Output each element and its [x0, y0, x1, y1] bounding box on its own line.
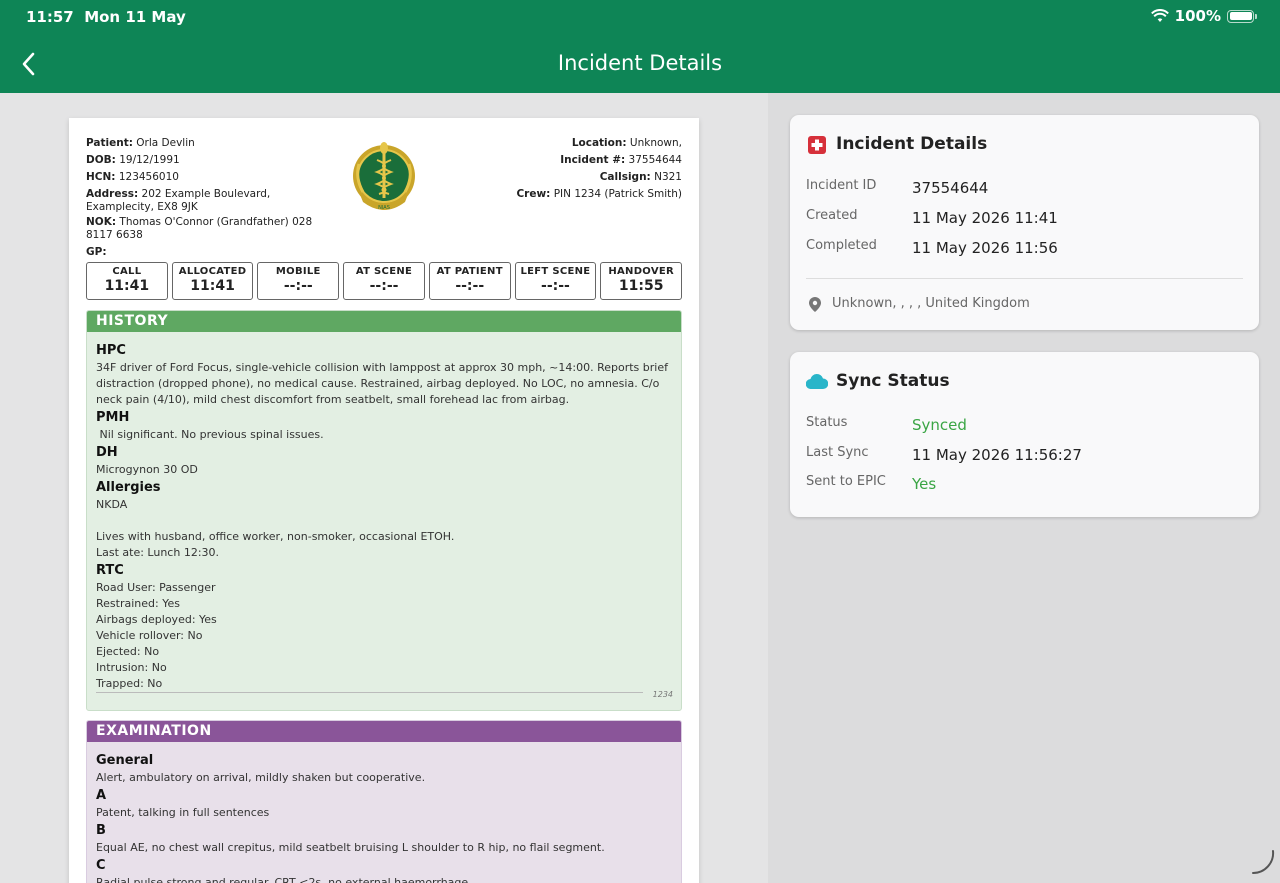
card-divider: [806, 278, 1243, 279]
general-heading: General: [96, 753, 154, 768]
time-at-patient: AT PATIENT --:--: [428, 262, 511, 300]
created-label: Created: [806, 208, 858, 223]
last-ate-text: Last ate: Lunch 12:30.: [96, 546, 220, 559]
rtc-line: Ejected: No: [96, 645, 160, 658]
page-title: Incident Details: [557, 51, 723, 75]
nias-logo: NIAS: [353, 142, 415, 211]
history-heading: HISTORY: [87, 311, 681, 332]
examination-heading: EXAMINATION: [87, 721, 681, 742]
breathing-heading: B: [96, 823, 106, 838]
sync-status-label: Status: [806, 415, 848, 430]
signature-line: [96, 692, 643, 693]
last-sync-label: Last Sync: [806, 445, 869, 460]
created-value: 11 May 2026 11:41: [912, 209, 1058, 227]
rtc-line: Road User: Passenger: [96, 581, 216, 594]
rtc-line: Airbags deployed: Yes: [96, 613, 217, 626]
sync-card-title: Sync Status: [836, 371, 950, 391]
incident-id-value: 37554644: [912, 179, 989, 197]
time-at-scene: AT SCENE --:--: [343, 262, 425, 300]
social-history-text: Lives with husband, office worker, non-s…: [96, 530, 455, 543]
incident-number-field: Incident #: 37554644: [560, 154, 682, 166]
sent-to-epic-value: Yes: [912, 475, 937, 493]
sync-status-card: Sync Status Status Synced Last Sync 11 M…: [790, 352, 1259, 517]
rtc-line: Trapped: No: [96, 677, 163, 690]
circulation-text: Radial pulse strong and regular. CRT <2s…: [96, 876, 472, 883]
sent-to-epic-label: Sent to EPIC: [806, 474, 886, 489]
pmh-heading: PMH: [96, 410, 130, 425]
hpc-heading: HPC: [96, 343, 126, 358]
loading-spinner-icon: [1252, 850, 1275, 875]
completed-value: 11 May 2026 11:56: [912, 239, 1058, 257]
circulation-heading: C: [96, 858, 106, 873]
rtc-line: Intrusion: No: [96, 661, 167, 674]
battery-icon: [1227, 9, 1257, 23]
airway-text: Patent, talking in full sentences: [96, 806, 270, 819]
rtc-heading: RTC: [96, 563, 124, 578]
hpc-text: 34F driver of Ford Focus, single-vehicle…: [96, 361, 668, 406]
rtc-line: Vehicle rollover: No: [96, 629, 203, 642]
time-mobile: MOBILE --:--: [257, 262, 340, 300]
hcn-field: HCN: 123456010: [86, 171, 179, 183]
pmh-text: Nil significant. No previous spinal issu…: [96, 428, 324, 441]
svg-text:NIAS: NIAS: [378, 205, 390, 211]
dh-text: Microgynon 30 OD: [96, 463, 198, 476]
general-text: Alert, ambulatory on arrival, mildly sha…: [96, 771, 426, 784]
time-handover: HANDOVER 11:55: [600, 262, 683, 300]
wifi-icon: [1150, 9, 1169, 22]
completed-label: Completed: [806, 238, 877, 253]
patient-report-page: Patient: Orla Devlin DOB: 19/12/1991 HCN…: [69, 118, 699, 883]
crew-field: Crew: PIN 1234 (Patrick Smith): [516, 188, 682, 200]
allergies-heading: Allergies: [96, 480, 161, 495]
incident-location: Unknown, , , , United Kingdom: [832, 296, 1030, 311]
signature-code: 1234: [652, 690, 673, 699]
incident-card-title: Incident Details: [836, 134, 988, 154]
incident-id-label: Incident ID: [806, 178, 877, 193]
allergies-text: NKDA: [96, 498, 128, 511]
breathing-text: Equal AE, no chest wall crepitus, mild s…: [96, 841, 605, 854]
incident-info: Location: Unknown, Incident #: 37554644 …: [452, 135, 682, 203]
dob-field: DOB: 19/12/1991: [86, 154, 180, 166]
rtc-line: Restrained: Yes: [96, 597, 180, 610]
status-bar-right: 100%: [1150, 7, 1257, 25]
time-allocated: ALLOCATED 11:41: [171, 262, 254, 300]
nok-field: NOK: Thomas O'Connor (Grandfather) 028 8…: [86, 216, 313, 241]
medical-cross-icon: [808, 136, 826, 154]
time-left-scene: LEFT SCENE --:--: [514, 262, 597, 300]
examination-section: EXAMINATION General Alert, ambulatory on…: [86, 720, 682, 883]
sync-status-value: Synced: [912, 416, 967, 434]
location-field: Location: Unknown,: [571, 137, 682, 149]
time-call: CALL 11:41: [86, 262, 168, 300]
callsign-field: Callsign: N321: [599, 171, 682, 183]
patient-info: Patient: Orla Devlin DOB: 19/12/1991 HCN…: [86, 135, 331, 261]
location-pin-icon: [809, 297, 821, 312]
airway-heading: A: [96, 788, 107, 803]
battery-percent: 100%: [1174, 7, 1221, 25]
patient-field: Patient: Orla Devlin: [86, 137, 195, 149]
history-section: HISTORY HPC 34F driver of Ford Focus, si…: [86, 310, 682, 711]
timeline: CALL 11:41 ALLOCATED 11:41 MOBILE --:-- AT …: [86, 262, 683, 300]
status-bar-time: 11:57 Mon 11 May: [26, 8, 186, 26]
cloud-icon: [806, 374, 828, 389]
address-field: Address: 202 Example Boulevard, Examplec…: [86, 188, 271, 213]
last-sync-value: 11 May 2026 11:56:27: [912, 446, 1082, 464]
dh-heading: DH: [96, 445, 118, 460]
gp-field: GP:: [86, 246, 107, 258]
app-bar: 11:57 Mon 11 May 100% Incident Details: [0, 0, 1280, 93]
incident-details-card: Incident Details Incident ID 37554644 Cr…: [790, 115, 1259, 330]
